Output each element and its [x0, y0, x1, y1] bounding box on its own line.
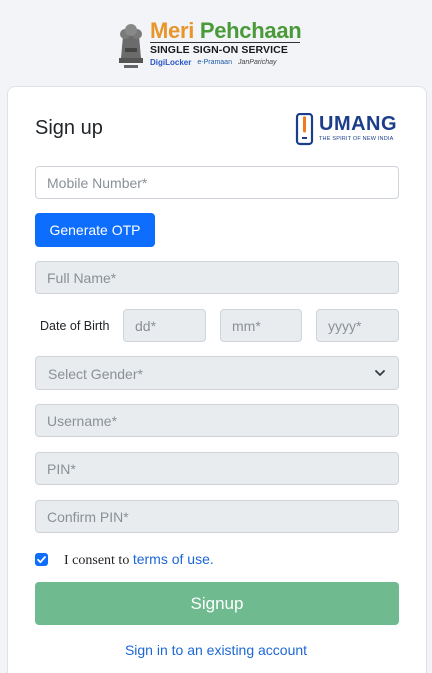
full-name-input[interactable] — [35, 261, 399, 294]
dob-year-input[interactable] — [316, 309, 399, 342]
gender-select-value: Select Gender* — [48, 366, 143, 382]
pin-input[interactable] — [35, 452, 399, 485]
sign-in-existing-account-link[interactable]: Sign in to an existing account — [0, 642, 432, 658]
dob-day-input[interactable] — [123, 309, 206, 342]
umang-logo: UMANG THE SPIRIT OF NEW INDIA — [295, 113, 405, 147]
chevron-down-icon — [375, 370, 385, 376]
signup-button[interactable]: Signup — [35, 582, 399, 625]
page-title: Sign up — [35, 117, 103, 139]
brand-subtitle: SINGLE SIGN-ON SERVICE — [150, 42, 300, 56]
consent-text: I consent to terms of use. — [64, 551, 214, 569]
date-of-birth-label: Date of Birth — [40, 319, 110, 333]
confirm-pin-input[interactable] — [35, 500, 399, 533]
partner-janparichay: JanParichay — [237, 59, 277, 66]
partner-digilocker: DigiLocker — [150, 58, 192, 67]
header: Meri Pehchaan SINGLE SIGN-ON SERVICE Dig… — [0, 0, 432, 86]
mobile-number-input[interactable] — [35, 166, 399, 199]
terms-of-use-link[interactable]: terms of use. — [133, 551, 214, 567]
national-emblem-icon — [119, 24, 143, 68]
generate-otp-button[interactable]: Generate OTP — [35, 213, 155, 247]
umang-phone-icon — [295, 113, 314, 146]
brand-pehchaan: Pehchaan — [199, 18, 302, 43]
checkmark-icon — [37, 556, 46, 564]
dob-month-input[interactable] — [220, 309, 302, 342]
brand-partners: DigiLocker e-Pramaan JanParichay — [150, 58, 301, 67]
brand-meri: Meri — [150, 18, 195, 43]
meri-pehchaan-logo: Meri Pehchaan SINGLE SIGN-ON SERVICE Dig… — [150, 18, 302, 67]
partner-epramaan: e-Pramaan — [197, 59, 232, 66]
consent-prefix: I consent to — [64, 553, 133, 568]
gender-select[interactable]: Select Gender* — [35, 356, 399, 390]
umang-tagline: THE SPIRIT OF NEW INDIA — [319, 136, 394, 142]
username-input[interactable] — [35, 404, 399, 437]
consent-checkbox[interactable] — [35, 553, 48, 566]
umang-wordmark: UMANG — [319, 113, 398, 135]
